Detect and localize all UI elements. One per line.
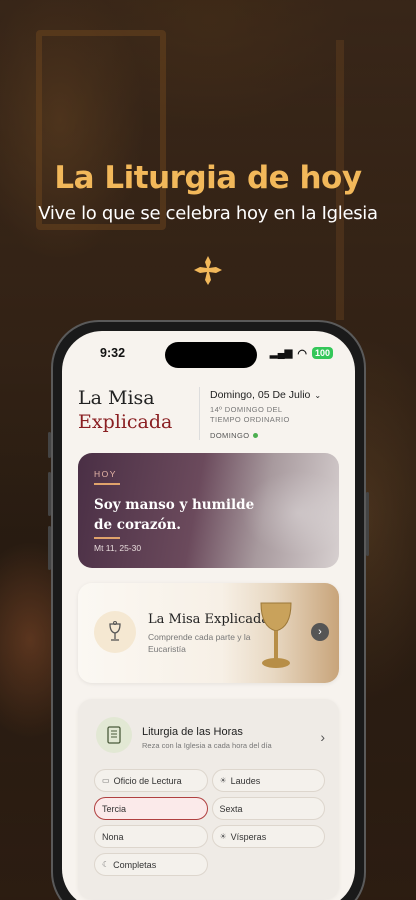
dynamic-island xyxy=(165,342,257,368)
battery-icon: 100 xyxy=(311,347,333,359)
chalice-image xyxy=(260,602,292,668)
status-dot-icon xyxy=(253,433,259,438)
sunrise-icon: ☀ xyxy=(219,776,227,785)
breviary-icon xyxy=(96,717,132,753)
hour-sexta[interactable]: Sexta xyxy=(211,797,325,820)
hero-subtitle: Vive lo que se celebra hoy en la Iglesia xyxy=(38,203,378,224)
wifi-icon: ◠ xyxy=(297,347,307,360)
phone-button xyxy=(48,526,51,570)
liturgia-horas-card: Liturgia de las Horas Reza con la Iglesi… xyxy=(78,699,339,899)
date-text: Domingo, 05 De Julio xyxy=(210,389,311,401)
divider xyxy=(94,483,120,485)
app-header: La Misa Explicada Domingo, 05 De Julio ⌄… xyxy=(78,387,339,440)
hour-laudes[interactable]: ☀ Laudes xyxy=(211,769,325,792)
phone-button xyxy=(48,432,51,458)
divider xyxy=(94,537,120,539)
hour-oficio-lectura[interactable]: ▭ Oficio de Lectura xyxy=(94,769,208,792)
gospel-quote: Soy manso y humilde de corazón. xyxy=(94,497,255,533)
hero-title: La Liturgia de hoy xyxy=(54,160,362,196)
phone-button xyxy=(48,472,51,516)
signal-icon: ▂▄▆ xyxy=(269,347,293,359)
hoy-label: HOY xyxy=(94,469,117,479)
hour-nona[interactable]: Nona xyxy=(94,825,208,848)
hour-tercia[interactable]: Tercia xyxy=(94,797,208,820)
today-gospel-card[interactable]: HOY Soy manso y humilde de corazón. Mt 1… xyxy=(78,453,339,568)
gospel-reference: Mt 11, 25-30 xyxy=(94,543,142,553)
chalice-icon xyxy=(94,611,136,653)
misa-card-title: La Misa Explicada xyxy=(148,612,270,627)
date-selector[interactable]: Domingo, 05 De Julio ⌄ 14º DOMINGO DEL T… xyxy=(200,387,321,440)
app-logo: La Misa Explicada xyxy=(78,387,200,440)
chevron-down-icon: ⌄ xyxy=(314,390,322,400)
phone-button xyxy=(366,492,369,556)
liturgical-time: 14º DOMINGO DEL TIEMPO ORDINARIO xyxy=(210,405,290,424)
hours-grid: ▭ Oficio de Lectura ☀ Laudes Tercia Sext… xyxy=(94,769,325,876)
app-screen: 9:32 ▂▄▆ ◠ 100 La Misa Explicada Domingo… xyxy=(62,331,355,900)
chevron-right-icon[interactable]: › xyxy=(311,623,329,641)
brand-line1: La Misa xyxy=(78,387,155,409)
horas-title: Liturgia de las Horas xyxy=(142,726,243,738)
cross-icon xyxy=(194,256,222,285)
status-time: 9:32 xyxy=(100,346,126,360)
hour-visperas[interactable]: ☀ Vísperas xyxy=(211,825,325,848)
sunset-icon: ☀ xyxy=(219,832,227,841)
chevron-right-icon[interactable]: › xyxy=(320,729,325,745)
day-label: DOMINGO xyxy=(210,431,250,440)
horas-subtitle: Reza con la Iglesia a cada hora del día xyxy=(142,741,272,750)
phone-mockup: 9:32 ▂▄▆ ◠ 100 La Misa Explicada Domingo… xyxy=(48,320,369,900)
moon-icon: ☾ xyxy=(102,860,110,869)
brand-line2: Explicada xyxy=(78,411,173,433)
misa-explicada-card[interactable]: La Misa Explicada Comprende cada parte y… xyxy=(78,583,339,683)
hour-completas[interactable]: ☾ Completas xyxy=(94,853,208,876)
background-frame xyxy=(36,30,166,230)
book-icon: ▭ xyxy=(102,776,110,785)
